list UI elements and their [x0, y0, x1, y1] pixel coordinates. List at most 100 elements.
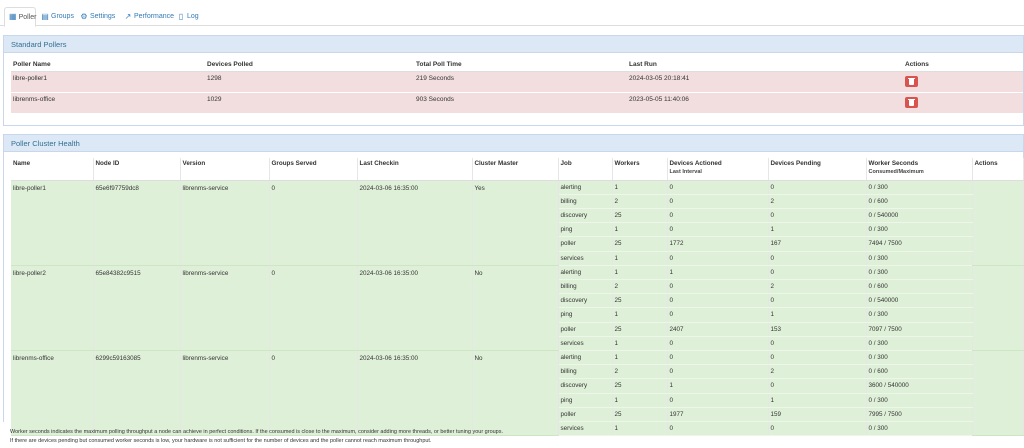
worker-seconds: 7097 / 7500	[866, 322, 973, 337]
cluster-master: No	[472, 350, 559, 437]
worker-seconds: 0 / 300	[866, 350, 973, 366]
devices-actioned: 1	[667, 265, 769, 280]
worker-seconds: 0 / 300	[866, 222, 973, 238]
column-header: Name	[11, 158, 94, 181]
devices-polled: 1298	[205, 70, 414, 92]
table-row: libre-poller1 1298 219 Seconds 2024-03-0…	[11, 70, 1023, 92]
groups-served: 0	[269, 265, 358, 351]
column-header: Last Checkin	[357, 158, 473, 181]
column-header: Cluster Master	[472, 158, 559, 181]
devices-actioned: 0	[667, 279, 769, 295]
job-name: ping	[558, 222, 613, 238]
tab-log[interactable]: ▯ Log	[177, 7, 199, 26]
table-row: librenms-office 6299c59163085 librenms-ser…	[11, 350, 1024, 437]
devices-pending: 0	[768, 251, 867, 266]
standard-pollers-table: Poller Name Devices Polled Total Poll Ti…	[11, 59, 1023, 113]
tab-performance[interactable]: ↗ Performance	[124, 7, 174, 26]
panel-title: Standard Pollers	[4, 36, 1023, 53]
last-checkin: 2024-03-06 16:35:00	[357, 350, 473, 437]
footnote-devices-pending: If there are devices pending but consume…	[10, 438, 432, 444]
devices-pending: 159	[768, 407, 867, 422]
devices-pending: 1	[768, 393, 867, 408]
column-subheader: Last Interval	[669, 169, 702, 175]
job-workers: 25	[612, 208, 668, 224]
poller-name: libre-poller1	[11, 70, 205, 92]
worker-seconds: 7494 / 7500	[866, 236, 973, 252]
devices-actioned: 0	[667, 208, 769, 224]
devices-actioned: 1977	[667, 407, 769, 422]
devices-actioned: 1772	[667, 236, 769, 252]
job-workers: 1	[612, 350, 668, 366]
devices-actioned: 1	[667, 378, 769, 394]
devices-pending: 153	[768, 322, 867, 337]
job-name: services	[558, 421, 613, 437]
poller-name: librenms-office	[11, 91, 205, 113]
last-run: 2023-05-05 11:40:06	[627, 91, 903, 113]
devices-pending: 2	[768, 194, 867, 209]
actions-cell	[972, 265, 1024, 351]
table-row: libre-poller1 65e6f97759dc8 librenms-servi…	[11, 180, 1024, 266]
groups-served: 0	[269, 180, 358, 266]
tab-poller[interactable]: ▦ Poller	[4, 7, 36, 27]
job-workers: 1	[612, 180, 668, 195]
job-workers: 25	[612, 322, 668, 337]
job-workers: 2	[612, 194, 668, 209]
worker-seconds: 0 / 300	[866, 251, 973, 266]
job-name: poller	[558, 236, 613, 252]
panel-title: Poller Cluster Health	[4, 135, 1023, 152]
node-version: librenms-service	[180, 180, 270, 266]
node-id: 65e84382c9515	[93, 265, 181, 351]
devices-pending: 0	[768, 336, 867, 351]
job-workers: 1	[612, 336, 668, 351]
devices-pending: 0	[768, 180, 867, 195]
cluster-health-table: Name Node ID Version Groups Served Last …	[11, 158, 1024, 437]
devices-actioned: 2407	[667, 322, 769, 337]
worker-seconds: 0 / 600	[866, 194, 973, 209]
worker-seconds: 0 / 600	[866, 364, 973, 380]
cluster-body: libre-poller1 65e6f97759dc8 librenms-servi…	[11, 180, 1024, 437]
column-header: Last Run	[627, 59, 903, 72]
job-name: ping	[558, 307, 613, 323]
worker-seconds: 0 / 300	[866, 307, 973, 323]
job-name: discovery	[558, 208, 613, 224]
table-row: librenms-office 1029 903 Seconds 2023-05…	[11, 91, 1023, 113]
column-header: Version	[180, 158, 270, 181]
node-id: 6299c59163085	[93, 350, 181, 437]
worker-seconds: 0 / 300	[866, 336, 973, 351]
column-header: Devices Polled	[205, 59, 414, 72]
tab-settings[interactable]: ⚙ Settings	[80, 7, 115, 26]
delete-poller-button[interactable]	[905, 96, 918, 108]
column-header: Actions	[903, 59, 1023, 72]
cluster-health-panel: Poller Cluster Health Name Node ID Versi…	[3, 134, 1024, 437]
tab-groups[interactable]: ▤ Groups	[41, 7, 74, 26]
devices-actioned: 0	[667, 307, 769, 323]
cluster-master: No	[472, 265, 559, 351]
job-workers: 25	[612, 293, 668, 309]
devices-pending: 0	[768, 378, 867, 394]
last-checkin: 2024-03-06 16:35:00	[357, 265, 473, 351]
table-header-row: Name Node ID Version Groups Served Last …	[11, 158, 1024, 181]
table-icon: ▦	[9, 12, 17, 21]
devices-actioned: 0	[667, 251, 769, 266]
column-header: Poller Name	[11, 59, 205, 72]
nav-tabs: ▦ Poller ▤ Groups ⚙ Settings ↗ Performance ▯…	[0, 0, 1024, 27]
worker-seconds: 0 / 300	[866, 421, 973, 437]
devices-actioned: 0	[667, 222, 769, 238]
job-workers: 1	[612, 251, 668, 266]
line-chart-icon: ↗	[124, 11, 132, 21]
delete-poller-button[interactable]	[905, 75, 918, 87]
job-name: billing	[558, 194, 613, 209]
worker-seconds: 7995 / 7500	[866, 407, 973, 422]
file-icon: ▯	[178, 11, 184, 21]
node-version: librenms-service	[180, 350, 270, 437]
job-name: alerting	[558, 350, 613, 366]
column-header: Total Poll Time	[414, 59, 627, 72]
column-subheader: Consumed/Maximum	[868, 169, 924, 175]
worker-seconds: 0 / 300	[866, 393, 973, 408]
last-checkin: 2024-03-06 16:35:00	[357, 180, 473, 266]
column-header: Groups Served	[269, 158, 358, 181]
column-header: Workers	[612, 158, 668, 181]
job-name: services	[558, 336, 613, 351]
job-workers: 1	[612, 393, 668, 408]
node-name: libre-poller1	[11, 180, 94, 266]
